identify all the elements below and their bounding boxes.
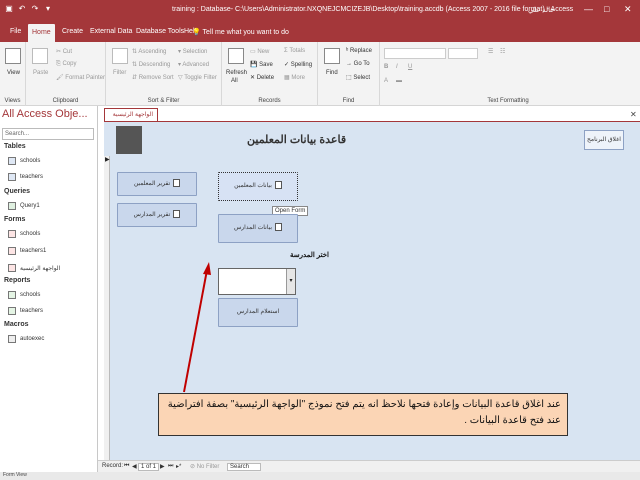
record-label: Record: <box>102 463 124 469</box>
next-record-icon[interactable]: ▶ <box>160 463 165 470</box>
no-filter-button[interactable]: ⊘ No Filter <box>190 463 219 470</box>
new-record-icon[interactable]: ▸* <box>176 463 181 470</box>
callout-note: عند اغلاق قاعدة البيانات وإعادة فتحها نل… <box>158 393 568 436</box>
status-bar: Form View <box>0 472 640 480</box>
first-record-icon[interactable]: ⏮ <box>124 463 129 470</box>
record-search-input[interactable]: Search <box>227 463 261 471</box>
last-record-icon[interactable]: ⏭ <box>168 463 173 470</box>
record-position[interactable]: 1 of 1 <box>138 463 160 471</box>
previous-record-icon[interactable]: ◀ <box>132 463 137 470</box>
record-navigation-bar: Record: ⏮ ◀ 1 of 1 ▶ ⏭ ▸* ⊘ No Filter Se… <box>98 460 640 472</box>
no-filter-label: No Filter <box>196 464 220 470</box>
